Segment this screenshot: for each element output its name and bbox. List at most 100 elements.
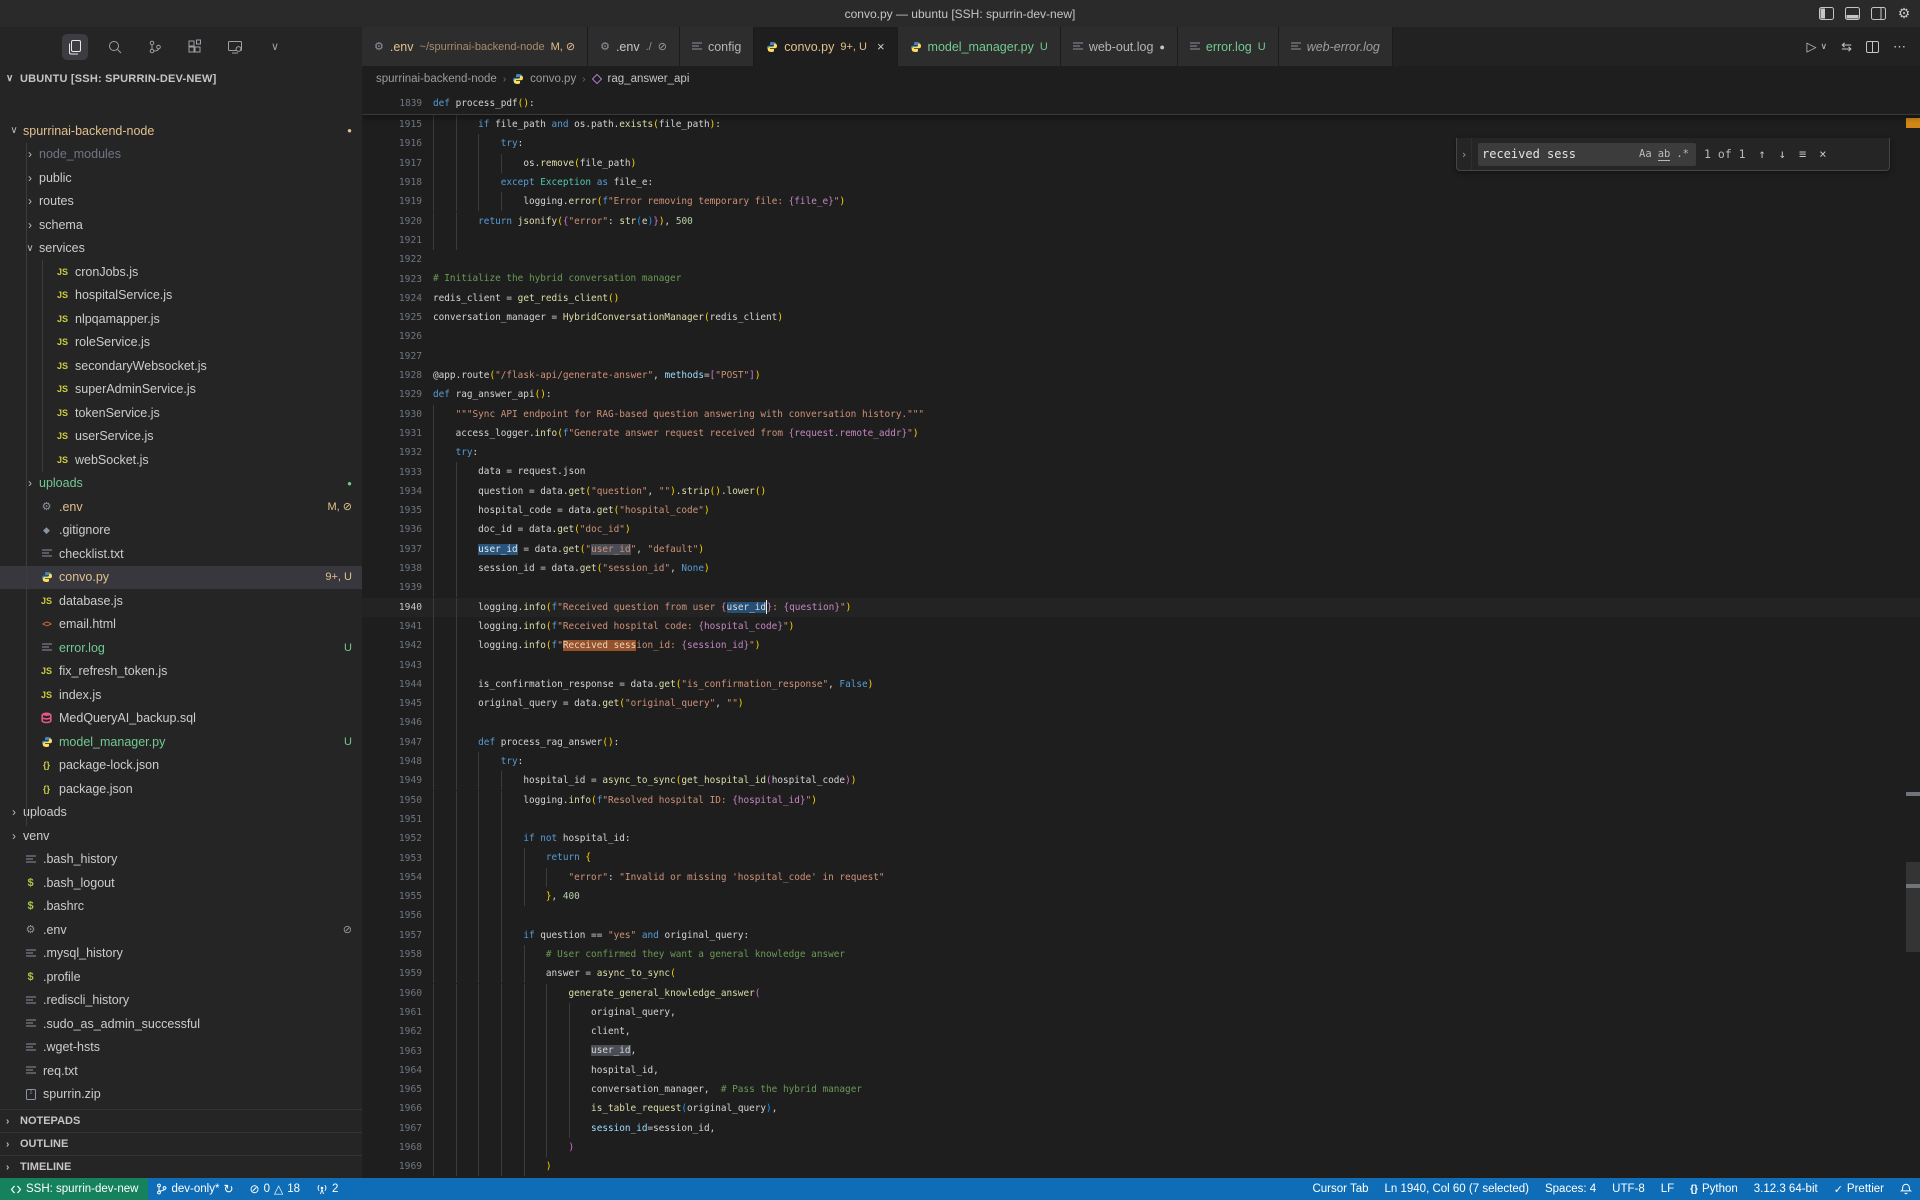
- breadcrumb[interactable]: spurrinai-backend-node › convo.py › rag_…: [362, 66, 1920, 92]
- file-row-superadminservice-js[interactable]: JSsuperAdminService.js: [0, 378, 362, 402]
- tab--env[interactable]: ⚙.env./⊘: [588, 27, 680, 66]
- file-row-fix-refresh-token-js[interactable]: JSfix_refresh_token.js: [0, 660, 362, 684]
- code-line-1919[interactable]: 1919 logging.error(f"Error removing temp…: [362, 192, 1920, 211]
- file-row-venv[interactable]: ›venv: [0, 824, 362, 848]
- code-line-1936[interactable]: 1936 doc_id = data.get("doc_id"): [362, 520, 1920, 539]
- file-row-medqueryai-backup-sql[interactable]: MedQueryAI_backup.sql: [0, 707, 362, 731]
- file-row-cronjobs-js[interactable]: JScronJobs.js: [0, 260, 362, 284]
- panel-header-timeline[interactable]: ›TIMELINE: [0, 1155, 362, 1178]
- code-line-1962[interactable]: 1962 client,: [362, 1022, 1920, 1041]
- tab-model-manager-py[interactable]: model_manager.pyU: [898, 27, 1061, 66]
- tab-web-error-log[interactable]: web-error.log: [1279, 27, 1393, 66]
- code-line-1940[interactable]: 1940 logging.info(f"Received question fr…: [362, 598, 1920, 617]
- file-row-secondarywebsocket-js[interactable]: JSsecondaryWebsocket.js: [0, 354, 362, 378]
- file-row-database-js[interactable]: JSdatabase.js: [0, 589, 362, 613]
- find-input[interactable]: received sess Aa ab .*: [1478, 143, 1696, 166]
- code-line-1959[interactable]: 1959 answer = async_to_sync(: [362, 964, 1920, 983]
- file-row--rediscli-history[interactable]: .rediscli_history: [0, 989, 362, 1013]
- code-line-1924[interactable]: 1924redis_client = get_redis_client(): [362, 289, 1920, 308]
- file-row-public[interactable]: ›public: [0, 166, 362, 190]
- file-row--wget-hsts[interactable]: .wget-hsts: [0, 1036, 362, 1060]
- file-row-routes[interactable]: ›routes: [0, 190, 362, 214]
- code-line-1938[interactable]: 1938 session_id = data.get("session_id",…: [362, 559, 1920, 578]
- overview-ruler[interactable]: [1906, 92, 1920, 1178]
- python-version-item[interactable]: 3.12.3 64-bit: [1746, 1178, 1826, 1200]
- code-line-1967[interactable]: 1967 session_id=session_id,: [362, 1119, 1920, 1138]
- code-line-1946[interactable]: 1946: [362, 713, 1920, 732]
- code-line-1930[interactable]: 1930 """Sync API endpoint for RAG-based …: [362, 405, 1920, 424]
- code-line-1957[interactable]: 1957 if question == "yes" and original_q…: [362, 926, 1920, 945]
- more-views-chevron-icon[interactable]: ∨: [262, 34, 288, 60]
- code-line-1925[interactable]: 1925conversation_manager = HybridConvers…: [362, 308, 1920, 327]
- breadcrumb-file[interactable]: convo.py: [530, 73, 576, 85]
- code-line-1955[interactable]: 1955 }, 400: [362, 887, 1920, 906]
- file-row-services[interactable]: ∨services: [0, 237, 362, 261]
- file-row-hospitalservice-js[interactable]: JShospitalService.js: [0, 284, 362, 308]
- code-line-1968[interactable]: 1968 ): [362, 1138, 1920, 1157]
- file-row-tokenservice-js[interactable]: JStokenService.js: [0, 401, 362, 425]
- find-previous-icon[interactable]: ↑: [1759, 147, 1766, 161]
- toggle-replace-chevron-icon[interactable]: ›: [1457, 138, 1472, 170]
- file-row-convo-py[interactable]: convo.py9+, U: [0, 566, 362, 590]
- code-line-1952[interactable]: 1952 if not hospital_id:: [362, 829, 1920, 848]
- remote-explorer-icon[interactable]: [222, 34, 248, 60]
- file-row--profile[interactable]: $.profile: [0, 965, 362, 989]
- file-row--bashrc[interactable]: $.bashrc: [0, 895, 362, 919]
- code-editor[interactable]: 1839def process_pdf(): 1915 if file_path…: [362, 92, 1920, 1178]
- sticky-scroll-line[interactable]: 1839def process_pdf():: [362, 92, 1920, 115]
- code-line-1920[interactable]: 1920 return jsonify({"error": str(e)}), …: [362, 212, 1920, 231]
- file-row--mysql-history[interactable]: .mysql_history: [0, 942, 362, 966]
- language-mode-item[interactable]: {}Python: [1682, 1178, 1746, 1200]
- tab-config[interactable]: config: [680, 27, 754, 66]
- find-close-icon[interactable]: ×: [1819, 147, 1826, 161]
- breadcrumb-folder[interactable]: spurrinai-backend-node: [376, 73, 497, 85]
- code-line-1937[interactable]: 1937 user_id = data.get("user_id", "defa…: [362, 540, 1920, 559]
- code-line-1948[interactable]: 1948 try:: [362, 752, 1920, 771]
- code-line-1945[interactable]: 1945 original_query = data.get("original…: [362, 694, 1920, 713]
- file-row--bash-history[interactable]: .bash_history: [0, 848, 362, 872]
- match-case-toggle[interactable]: Aa: [1639, 148, 1652, 160]
- extensions-icon[interactable]: [182, 34, 208, 60]
- code-line-1932[interactable]: 1932 try:: [362, 443, 1920, 462]
- code-line-1931[interactable]: 1931 access_logger.info(f"Generate answe…: [362, 424, 1920, 443]
- code-line-1953[interactable]: 1953 return {: [362, 848, 1920, 867]
- code-line-1969[interactable]: 1969 ): [362, 1157, 1920, 1176]
- file-row-package-lock-json[interactable]: {}package-lock.json: [0, 754, 362, 778]
- workspace-section-header[interactable]: ∨ UBUNTU [SSH: SPURRIN-DEV-NEW]: [0, 66, 362, 91]
- find-next-icon[interactable]: ↓: [1779, 147, 1786, 161]
- toggle-panel-icon[interactable]: [1844, 7, 1860, 21]
- file-row--env[interactable]: ⚙.envM, ⊘: [0, 495, 362, 519]
- find-in-selection-icon[interactable]: ≡: [1799, 147, 1806, 161]
- open-changes-icon[interactable]: ⇆: [1841, 39, 1852, 55]
- code-line-1941[interactable]: 1941 logging.info(f"Received hospital co…: [362, 617, 1920, 636]
- file-row-spurrin-zip[interactable]: spurrin.zip: [0, 1083, 362, 1107]
- file-row--gitignore[interactable]: ◆.gitignore: [0, 519, 362, 543]
- regex-toggle[interactable]: .*: [1676, 148, 1689, 160]
- code-line-1949[interactable]: 1949 hospital_id = async_to_sync(get_hos…: [362, 771, 1920, 790]
- file-row-spurrinai-backend-node[interactable]: ∨spurrinai-backend-node●: [0, 119, 362, 143]
- file-row-email-html[interactable]: <>email.html: [0, 613, 362, 637]
- tab-error-log[interactable]: error.logU: [1178, 27, 1279, 66]
- code-line-1918[interactable]: 1918 except Exception as file_e:: [362, 173, 1920, 192]
- file-row--bash-logout[interactable]: $.bash_logout: [0, 871, 362, 895]
- cursor-tab-item[interactable]: Cursor Tab: [1304, 1178, 1376, 1200]
- code-line-1958[interactable]: 1958 # User confirmed they want a genera…: [362, 945, 1920, 964]
- ports-item[interactable]: 2: [308, 1178, 346, 1200]
- file-row-roleservice-js[interactable]: JSroleService.js: [0, 331, 362, 355]
- code-line-1964[interactable]: 1964 hospital_id,: [362, 1061, 1920, 1080]
- code-line-1944[interactable]: 1944 is_confirmation_response = data.get…: [362, 675, 1920, 694]
- file-row-nlpqamapper-js[interactable]: JSnlpqamapper.js: [0, 307, 362, 331]
- scrollbar-slider[interactable]: [1906, 862, 1920, 952]
- git-branch-item[interactable]: dev-only* ↻: [148, 1178, 241, 1200]
- customize-layout-gear-icon[interactable]: ⚙: [1896, 7, 1912, 21]
- tab-close-icon[interactable]: ×: [877, 39, 885, 54]
- tab--env[interactable]: ⚙.env~/spurrinai-backend-nodeM, ⊘: [362, 27, 588, 66]
- panel-header-notepads[interactable]: ›NOTEPADS: [0, 1109, 362, 1132]
- breadcrumb-symbol[interactable]: rag_answer_api: [608, 73, 690, 85]
- file-row-error-log[interactable]: error.logU: [0, 636, 362, 660]
- file-row-index-js[interactable]: JSindex.js: [0, 683, 362, 707]
- code-line-1942[interactable]: 1942 logging.info(f"Received session_id:…: [362, 636, 1920, 655]
- code-line-1922[interactable]: 1922: [362, 250, 1920, 269]
- code-line-1956[interactable]: 1956: [362, 906, 1920, 925]
- file-row-uploads[interactable]: ›uploads●: [0, 472, 362, 496]
